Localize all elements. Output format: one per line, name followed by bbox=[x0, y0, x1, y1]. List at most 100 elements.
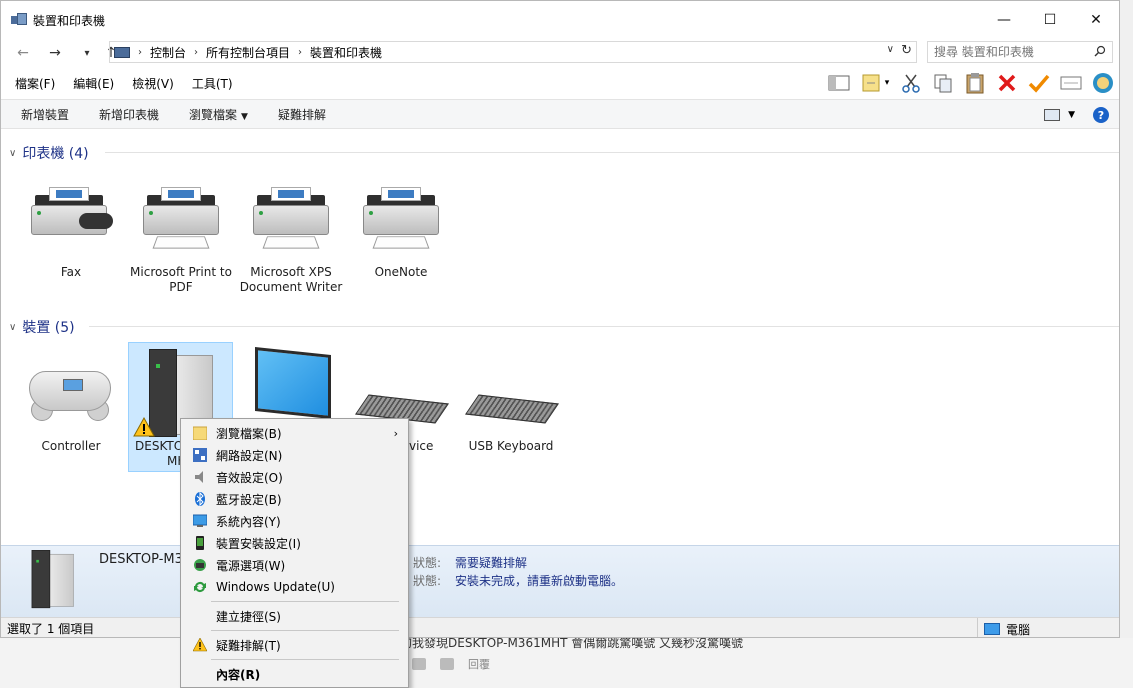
reply-link[interactable]: 回覆 bbox=[468, 656, 490, 672]
help-icon[interactable]: ? bbox=[1093, 107, 1109, 123]
change-view-icon[interactable] bbox=[1044, 109, 1061, 121]
menu-item-create-shortcut[interactable]: 建立捷徑(S) bbox=[181, 605, 408, 627]
search-icon[interactable] bbox=[1094, 45, 1106, 57]
warning-icon bbox=[193, 638, 207, 652]
address-dropdown-icon[interactable]: ∨ bbox=[887, 44, 894, 55]
add-device-button[interactable]: 新增裝置 bbox=[21, 106, 69, 123]
power-icon bbox=[194, 559, 206, 571]
menu-item-sound-settings[interactable]: 音效設定(O) bbox=[181, 466, 408, 488]
printer-icon bbox=[359, 187, 443, 251]
menu-item-label: Windows Update(U) bbox=[216, 580, 335, 594]
delete-icon[interactable] bbox=[991, 69, 1023, 97]
device-label: Controller bbox=[41, 439, 101, 453]
group-divider bbox=[105, 152, 1119, 153]
menu-item-troubleshoot[interactable]: 疑難排解(T) bbox=[181, 634, 408, 656]
status-key: 狀態: bbox=[413, 574, 442, 588]
control-panel-icon bbox=[114, 45, 130, 59]
refresh-icon[interactable]: ↻ bbox=[901, 43, 912, 58]
collapse-chevron-icon[interactable]: ∨ bbox=[9, 322, 16, 333]
group-header-printers[interactable]: ∨ 印表機 (4) bbox=[9, 143, 89, 163]
maximize-button[interactable]: ☐ bbox=[1027, 1, 1073, 39]
breadcrumb-devices-printers[interactable]: 裝置和印表機 bbox=[310, 44, 382, 61]
device-item-controller[interactable]: Controller bbox=[19, 343, 123, 471]
dislike-icon[interactable] bbox=[440, 658, 454, 670]
breadcrumb-separator-icon[interactable]: › bbox=[138, 47, 142, 58]
device-item-usb-keyboard[interactable]: USB Keyboard bbox=[459, 343, 563, 471]
group-label-devices: 裝置 (5) bbox=[22, 320, 75, 336]
group-header-devices[interactable]: ∨ 裝置 (5) bbox=[9, 317, 75, 337]
browse-files-button[interactable]: 瀏覽檔案 ▼ bbox=[189, 106, 248, 123]
collapse-chevron-icon[interactable]: ∨ bbox=[9, 148, 16, 159]
forward-button[interactable]: → bbox=[43, 45, 67, 61]
status-computer-label: 電腦 bbox=[1006, 622, 1031, 637]
menu-item-bluetooth-settings[interactable]: 藍牙設定(B) bbox=[181, 488, 408, 510]
minimize-button[interactable]: — bbox=[981, 1, 1027, 39]
menu-item-device-install-settings[interactable]: 裝置安裝設定(I) bbox=[181, 532, 408, 554]
cut-icon[interactable] bbox=[895, 69, 927, 97]
network-icon bbox=[193, 448, 207, 462]
group-divider bbox=[89, 326, 1119, 327]
printer-label: OneNote bbox=[374, 265, 428, 279]
submenu-arrow-icon: › bbox=[393, 426, 398, 440]
bluetooth-icon bbox=[195, 492, 205, 506]
menu-item-label: 瀏覽檔案(B) bbox=[216, 426, 282, 441]
printer-item-print-to-pdf[interactable]: Microsoft Print to PDF bbox=[129, 183, 233, 313]
phone-icon bbox=[196, 536, 204, 550]
menu-item-power-options[interactable]: 電源選項(W) bbox=[181, 554, 408, 576]
close-button[interactable]: ✕ bbox=[1073, 1, 1119, 39]
breadcrumb-all-items[interactable]: 所有控制台項目 bbox=[206, 44, 290, 61]
troubleshoot-button[interactable]: 疑難排解 bbox=[278, 106, 326, 123]
details-status-row: 狀態: 安裝未完成，請重新啟動電腦。 bbox=[413, 572, 623, 589]
details-status-row: 狀態: 需要疑難排解 bbox=[413, 554, 527, 571]
menu-item-properties[interactable]: 內容(R) bbox=[181, 663, 408, 685]
copy-icon[interactable] bbox=[927, 69, 959, 97]
menu-item-label: 網路設定(N) bbox=[216, 448, 283, 463]
menu-item-browse-files[interactable]: 瀏覽檔案(B) › bbox=[181, 422, 408, 444]
address-field[interactable]: › 控制台 › 所有控制台項目 › 裝置和印表機 ∨ ↻ bbox=[109, 41, 917, 63]
printer-icon bbox=[249, 187, 333, 251]
background-post-actions: 回覆 bbox=[412, 656, 490, 672]
menu-tools[interactable]: 工具(T) bbox=[192, 75, 233, 92]
folder-icon bbox=[193, 426, 207, 440]
printer-item-xps-writer[interactable]: Microsoft XPS Document Writer bbox=[239, 183, 343, 313]
printer-item-fax[interactable]: Fax bbox=[19, 183, 123, 313]
add-printer-button[interactable]: 新增印表機 bbox=[99, 106, 159, 123]
devices-printers-window: 裝置和印表機 — ☐ ✕ ← → ▾ ↑ › 控制台 › 所有控制台項目 › 裝… bbox=[0, 0, 1120, 638]
printer-label: Fax bbox=[60, 265, 82, 279]
update-icon bbox=[194, 582, 206, 592]
menu-file[interactable]: 檔案(F) bbox=[15, 75, 55, 92]
check-icon[interactable] bbox=[1023, 69, 1055, 97]
breadcrumb-separator-icon[interactable]: › bbox=[194, 47, 198, 58]
view-dropdown-icon[interactable]: ▼ bbox=[1068, 110, 1075, 120]
menu-item-system-properties[interactable]: 系統內容(Y) bbox=[181, 510, 408, 532]
window-title: 裝置和印表機 bbox=[33, 13, 106, 28]
menu-edit[interactable]: 編輯(E) bbox=[73, 75, 114, 92]
shell-icon[interactable] bbox=[1087, 69, 1119, 97]
mail-icon[interactable] bbox=[1055, 69, 1087, 97]
menu-item-label: 內容(R) bbox=[216, 667, 261, 682]
system-icon bbox=[193, 514, 207, 527]
menu-item-network-settings[interactable]: 網路設定(N) bbox=[181, 444, 408, 466]
menu-item-windows-update[interactable]: Windows Update(U) bbox=[181, 576, 408, 598]
computer-icon bbox=[984, 623, 1000, 635]
status-location: 電腦 bbox=[977, 618, 1031, 637]
menu-view[interactable]: 檢視(V) bbox=[132, 75, 174, 92]
search-box[interactable] bbox=[927, 41, 1113, 63]
printer-item-onenote[interactable]: OneNote bbox=[349, 183, 453, 313]
paste-icon[interactable] bbox=[959, 69, 991, 97]
layout-icon[interactable] bbox=[823, 69, 855, 97]
devices-printers-icon bbox=[11, 13, 27, 27]
breadcrumb-control-panel[interactable]: 控制台 bbox=[150, 44, 186, 61]
folder-note-icon[interactable]: ▾ bbox=[855, 69, 895, 97]
printer-icon bbox=[139, 187, 223, 251]
title-bar[interactable]: 裝置和印表機 — ☐ ✕ bbox=[1, 1, 1119, 39]
menu-separator bbox=[211, 659, 399, 660]
like-icon[interactable] bbox=[412, 658, 426, 670]
fax-icon bbox=[27, 187, 113, 251]
menu-item-label: 藍牙設定(B) bbox=[216, 492, 282, 507]
search-input[interactable] bbox=[934, 45, 1094, 59]
computer-tower-icon bbox=[29, 550, 75, 609]
back-button[interactable]: ← bbox=[11, 45, 35, 61]
breadcrumb-separator-icon[interactable]: › bbox=[298, 47, 302, 58]
recent-dropdown-icon[interactable]: ▾ bbox=[75, 48, 99, 59]
